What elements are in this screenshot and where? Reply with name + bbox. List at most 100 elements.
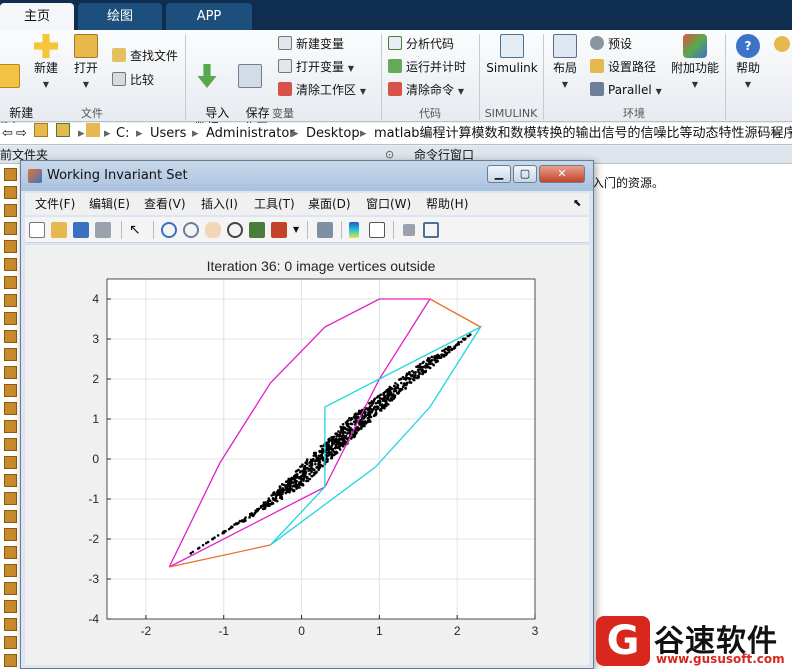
file-icon[interactable] bbox=[4, 294, 17, 307]
data-cursor-icon[interactable] bbox=[249, 222, 265, 238]
file-icon[interactable] bbox=[4, 654, 17, 667]
clear-commands-button[interactable]: 清除命令 ▼ bbox=[388, 82, 464, 98]
file-icon[interactable] bbox=[4, 438, 17, 451]
menu-window[interactable]: 窗口(W) bbox=[366, 193, 411, 215]
brush-icon[interactable] bbox=[271, 222, 287, 238]
file-icon[interactable] bbox=[4, 222, 17, 235]
run-and-time-button[interactable]: 运行并计时 bbox=[388, 59, 466, 75]
scatter-point bbox=[370, 404, 373, 407]
file-icon[interactable] bbox=[4, 402, 17, 415]
menu-edit[interactable]: 编辑(E) bbox=[89, 193, 130, 215]
file-icon[interactable] bbox=[4, 168, 17, 181]
file-icon[interactable] bbox=[4, 330, 17, 343]
scatter-point bbox=[293, 479, 297, 483]
file-icon[interactable] bbox=[4, 420, 17, 433]
folder-icon bbox=[74, 34, 98, 58]
scatter-point bbox=[342, 434, 345, 437]
file-icon[interactable] bbox=[4, 204, 17, 217]
addons-button[interactable]: 附加功能 ▼ bbox=[670, 34, 720, 92]
new-figure-icon[interactable] bbox=[29, 222, 45, 238]
zoom-out-icon[interactable] bbox=[183, 222, 199, 238]
tab-apps[interactable]: APP bbox=[166, 3, 252, 30]
menu-tools[interactable]: 工具(T) bbox=[254, 193, 295, 215]
close-button[interactable]: ✕ bbox=[539, 165, 585, 183]
show-plot-tools-icon[interactable] bbox=[423, 222, 439, 238]
tab-home[interactable]: 主页 bbox=[0, 3, 74, 30]
brush-dropdown-icon[interactable]: ▼ bbox=[293, 222, 301, 238]
parallel-label: Parallel bbox=[608, 83, 652, 97]
file-icon[interactable] bbox=[4, 456, 17, 469]
address-segment[interactable]: C: bbox=[116, 123, 129, 144]
open-button[interactable]: 打开 ▼ bbox=[70, 34, 102, 92]
print-icon[interactable] bbox=[95, 222, 111, 238]
menu-view[interactable]: 查看(V) bbox=[144, 193, 186, 215]
pan-icon[interactable] bbox=[205, 222, 221, 238]
parallel-button[interactable]: Parallel ▼ bbox=[590, 82, 662, 98]
file-icon[interactable] bbox=[4, 492, 17, 505]
address-segment[interactable]: Desktop bbox=[306, 123, 360, 144]
plot-axes[interactable]: -2 -1 0 1 2 3 -4 -3 -2 -1 0 1 2 3 4 Iteration 36: 0 ima… bbox=[25, 245, 589, 665]
find-files-button[interactable]: 查找文件 bbox=[112, 48, 178, 64]
file-icon[interactable] bbox=[4, 528, 17, 541]
back-arrow-icon[interactable]: ⇦ bbox=[2, 123, 13, 144]
legend-icon[interactable] bbox=[369, 222, 385, 238]
new-variable-button[interactable]: 新建变量 bbox=[278, 36, 344, 52]
file-icon[interactable] bbox=[4, 276, 17, 289]
new-button[interactable]: 新建 ▼ bbox=[30, 34, 62, 92]
file-icon[interactable] bbox=[4, 186, 17, 199]
colorbar-icon[interactable] bbox=[349, 222, 359, 238]
open-variable-button[interactable]: 打开变量 ▼ bbox=[278, 59, 354, 75]
open-file-icon[interactable] bbox=[51, 222, 67, 238]
pointer-icon[interactable]: ↖ bbox=[129, 222, 145, 238]
menu-dock-arrow-icon[interactable]: ⬉ bbox=[573, 193, 581, 215]
maximize-button[interactable]: ▢ bbox=[513, 165, 537, 183]
forward-arrow-icon[interactable]: ⇨ bbox=[16, 123, 27, 144]
command-window[interactable]: 入门的资源。 bbox=[592, 164, 792, 669]
analyze-code-button[interactable]: 分析代码 bbox=[388, 36, 454, 52]
figure-titlebar[interactable]: Working Invariant Set ▁ ▢ ✕ bbox=[21, 161, 593, 191]
file-icon[interactable] bbox=[4, 546, 17, 559]
file-icon[interactable] bbox=[4, 240, 17, 253]
menu-desktop[interactable]: 桌面(D) bbox=[308, 193, 351, 215]
file-icon[interactable] bbox=[4, 564, 17, 577]
menu-insert[interactable]: 插入(I) bbox=[201, 193, 238, 215]
file-icon[interactable] bbox=[4, 582, 17, 595]
file-icon[interactable] bbox=[4, 636, 17, 649]
minimize-button[interactable]: ▁ bbox=[487, 165, 511, 183]
file-icon[interactable] bbox=[4, 600, 17, 613]
link-plot-icon[interactable] bbox=[317, 222, 333, 238]
scatter-point bbox=[424, 369, 427, 373]
file-icon[interactable] bbox=[4, 258, 17, 271]
file-icon[interactable] bbox=[4, 312, 17, 325]
address-segment[interactable]: Administrator bbox=[206, 123, 295, 144]
tab-plots[interactable]: 绘图 bbox=[78, 3, 162, 30]
file-icon[interactable] bbox=[4, 348, 17, 361]
menu-file[interactable]: 文件(F) bbox=[35, 193, 75, 215]
scatter-point bbox=[450, 348, 453, 352]
compare-button[interactable]: 比较 bbox=[112, 72, 154, 88]
file-icon[interactable] bbox=[4, 618, 17, 631]
address-segment[interactable]: Users bbox=[150, 123, 186, 144]
section-variable: 变量 bbox=[272, 107, 294, 120]
address-segment[interactable]: matlab编程计算模数和数模转换的输出信号的信噪比等动态特性源码程序 bbox=[374, 123, 792, 144]
scatter-point bbox=[279, 494, 282, 498]
rotate-icon[interactable] bbox=[227, 222, 243, 238]
zoom-in-icon[interactable] bbox=[161, 222, 177, 238]
clear-workspace-button[interactable]: 清除工作区 ▼ bbox=[278, 82, 366, 98]
hide-plot-tools-icon[interactable] bbox=[403, 224, 415, 236]
figure-canvas[interactable]: -2 -1 0 1 2 3 -4 -3 -2 -1 0 1 2 3 4 Iteration 36: 0 ima… bbox=[25, 245, 589, 665]
save-icon[interactable] bbox=[73, 222, 89, 238]
simulink-button[interactable]: Simulink bbox=[484, 34, 540, 76]
file-icon[interactable] bbox=[4, 384, 17, 397]
file-icon[interactable] bbox=[4, 366, 17, 379]
preferences-button[interactable]: 预设 bbox=[590, 36, 632, 52]
file-icon[interactable] bbox=[4, 474, 17, 487]
file-icon[interactable] bbox=[4, 510, 17, 523]
menu-help[interactable]: 帮助(H) bbox=[426, 193, 468, 215]
set-path-button[interactable]: 设置路径 bbox=[590, 59, 656, 75]
plus-icon bbox=[34, 34, 58, 58]
community-button[interactable] bbox=[772, 36, 792, 55]
scatter-point bbox=[317, 468, 320, 472]
help-button[interactable]: ? 帮助 ▼ bbox=[732, 34, 764, 92]
layout-button[interactable]: 布局 ▼ bbox=[548, 34, 582, 92]
